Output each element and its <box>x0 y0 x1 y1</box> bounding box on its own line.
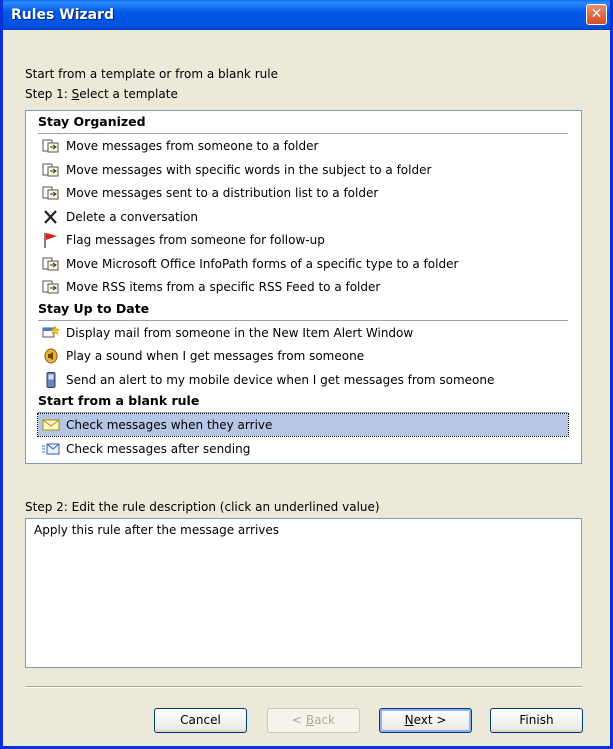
template-item[interactable]: Play a sound when I get messages from so… <box>42 345 562 367</box>
template-item-label: Send an alert to my mobile device when I… <box>66 372 495 387</box>
back-accesskey: B <box>305 713 315 727</box>
move-folder-icon <box>42 279 60 295</box>
template-item-label: Move messages with specific words in the… <box>66 162 432 177</box>
template-item-label: Move messages from someone to a folder <box>66 139 319 153</box>
template-item-label: Flag messages from someone for follow-up <box>66 233 325 247</box>
template-item[interactable]: Move RSS items from a specific RSS Feed … <box>42 276 562 298</box>
cancel-button[interactable]: Cancel <box>154 708 247 733</box>
template-item-label: Play a sound when I get messages from so… <box>66 349 365 363</box>
finish-button[interactable]: Finish <box>490 708 583 733</box>
close-icon[interactable]: ✕ <box>586 4 607 25</box>
envelope-icon <box>42 417 60 433</box>
template-item-label: Check messages when they arrive <box>66 418 273 432</box>
move-folder-icon <box>42 138 60 154</box>
alert-window-icon <box>42 324 60 341</box>
rule-description-text: Apply this rule after the message arrive… <box>34 523 280 537</box>
step2-label: Step 2: Edit the rule description (click… <box>25 500 380 514</box>
move-folder-icon <box>42 162 60 178</box>
next-button[interactable]: Next > <box>379 708 472 733</box>
step1-rest: elect a template <box>79 87 178 101</box>
next-accesskey: N <box>404 713 414 727</box>
delete-x-icon <box>42 209 60 225</box>
template-item-label: Check messages after sending <box>66 441 251 456</box>
template-item-label: Move Microsoft Office InfoPath forms of … <box>66 256 459 271</box>
group-header: Stay Organized <box>38 113 568 134</box>
button-separator <box>25 686 582 688</box>
back-post: ack <box>314 713 335 727</box>
back-button[interactable]: < Back <box>267 708 360 733</box>
template-item[interactable]: Check messages after sending <box>42 438 562 460</box>
move-folder-icon <box>42 185 60 201</box>
template-item[interactable]: Flag messages from someone for follow-up <box>42 229 562 251</box>
step1-prefix: Step 1: <box>25 87 72 101</box>
template-item[interactable]: Move messages sent to a distribution lis… <box>42 182 562 204</box>
window-title: Rules Wizard <box>11 7 115 23</box>
template-item-label: Move RSS items from a specific RSS Feed … <box>66 280 381 294</box>
flag-icon <box>42 232 60 248</box>
intro-text: Start from a template or from a blank ru… <box>25 67 278 81</box>
template-item[interactable]: Check messages when they arrive <box>37 413 569 437</box>
template-item-label: Display mail from someone in the New Ite… <box>66 325 414 340</box>
step1-label: Step 1: Select a template <box>25 87 178 101</box>
template-item-label: Move messages sent to a distribution lis… <box>66 186 379 200</box>
template-item[interactable]: Send an alert to my mobile device when I… <box>42 369 562 391</box>
back-pre: < <box>291 713 306 727</box>
group-header: Stay Up to Date <box>38 300 568 321</box>
template-item-label: Delete a conversation <box>66 209 198 224</box>
template-listbox[interactable]: Stay Organized Move messages from someone… <box>25 110 582 464</box>
mobile-icon <box>42 371 60 388</box>
move-folder-icon <box>42 256 60 272</box>
rules-wizard-dialog: Rules Wizard ✕ Start from a template or … <box>0 0 613 749</box>
title-bar[interactable]: Rules Wizard ✕ <box>3 0 610 30</box>
speaker-icon <box>42 348 60 364</box>
template-item[interactable]: Display mail from someone in the New Ite… <box>42 322 562 344</box>
template-item[interactable]: Delete a conversation <box>42 206 562 228</box>
template-item[interactable]: Move messages from someone to a folder <box>42 135 562 157</box>
template-item[interactable]: Move messages with specific words in the… <box>42 159 562 181</box>
rule-description-box[interactable]: Apply this rule after the message arrive… <box>25 518 582 668</box>
next-post: ext > <box>413 713 447 727</box>
template-item[interactable]: Move Microsoft Office InfoPath forms of … <box>42 253 562 275</box>
group-header: Start from a blank rule <box>38 392 568 413</box>
sent-mail-icon <box>42 441 60 457</box>
